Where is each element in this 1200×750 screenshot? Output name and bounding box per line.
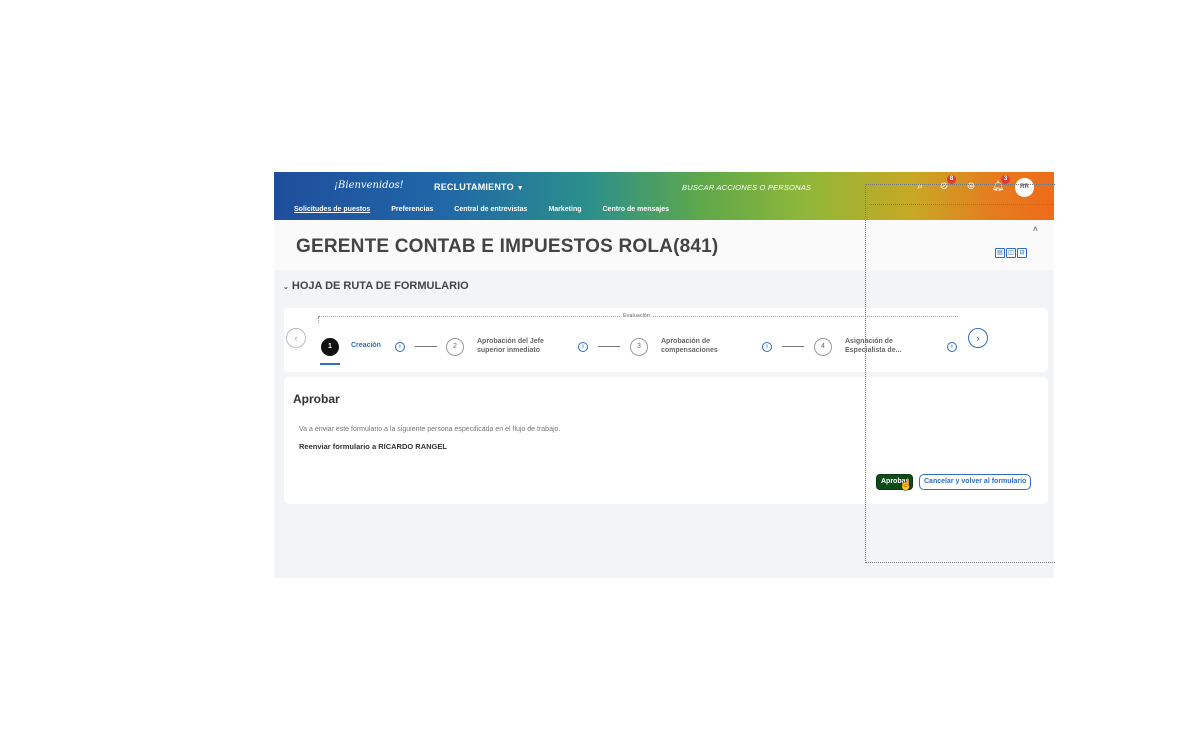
subnav-item-preferences[interactable]: Preferencias — [391, 206, 433, 213]
section-title: HOJA DE RUTA DE FORMULARIO — [291, 280, 469, 292]
step-3-label-line2: compensaciones — [661, 346, 718, 354]
step-3-label-line1: Aprobación de — [661, 338, 711, 345]
step-2-number[interactable]: 2 — [446, 338, 464, 356]
step-3-label[interactable]: Aprobación de compensaciones — [661, 338, 718, 355]
approve-message: Va a enviar este formulario a la siguien… — [299, 426, 561, 433]
step-2-label[interactable]: Aprobación del Jefe superior inmediato — [477, 338, 544, 355]
subnav-item-interview-central[interactable]: Central de entrevistas — [454, 206, 527, 213]
chevron-down-icon: ▼ — [516, 185, 524, 192]
step-2-label-line1: Aprobación del Jefe — [477, 338, 544, 345]
forward-recipient-text: Reenviar formulario a RICARDO RANGEL — [299, 442, 447, 451]
notifications-badge: 3 — [1001, 175, 1010, 184]
step-3-number[interactable]: 3 — [630, 338, 648, 356]
subnav-item-message-center[interactable]: Centro de mensajes — [603, 206, 670, 213]
active-step-indicator — [320, 363, 340, 365]
sub-navigation: Solicitudes de puestos Preferencias Cent… — [294, 206, 669, 213]
approve-title: Aprobar — [293, 392, 340, 406]
search-input[interactable]: BUSCAR ACCIONES O PERSONAS — [682, 183, 811, 192]
subnav-item-marketing[interactable]: Marketing — [548, 206, 581, 213]
module-label: RECLUTAMIENTO — [434, 182, 514, 192]
step-4-number[interactable]: 4 — [814, 338, 832, 356]
step-connector — [782, 346, 804, 347]
step-connector — [415, 346, 437, 347]
module-switcher[interactable]: RECLUTAMIENTO ▼ — [434, 182, 524, 192]
info-icon[interactable]: i — [578, 342, 588, 352]
step-1-label[interactable]: Creación — [351, 342, 381, 351]
step-connector — [598, 346, 620, 347]
route-map-section-header[interactable]: ⌄ HOJA DE RUTA DE FORMULARIO — [283, 280, 469, 292]
step-2-label-line2: superior inmediato — [477, 346, 541, 354]
previous-step-button[interactable]: ‹ — [286, 328, 306, 348]
chevron-down-icon: ⌄ — [283, 284, 289, 291]
page-title: GERENTE CONTAB E IMPUESTOS ROLA(841) — [296, 236, 719, 257]
info-icon[interactable]: i — [395, 342, 405, 352]
selection-overlay — [865, 184, 1055, 563]
step-1-number[interactable]: 1 — [321, 338, 339, 356]
info-icon[interactable]: i — [762, 342, 772, 352]
phase-label: Evaluación — [620, 313, 653, 319]
subnav-item-job-requisitions[interactable]: Solicitudes de puestos — [294, 206, 370, 213]
company-logo[interactable]: ¡Bienvenidos! — [334, 180, 404, 191]
selection-overlay-line — [869, 204, 1054, 205]
approvals-badge: 8 — [947, 175, 956, 184]
